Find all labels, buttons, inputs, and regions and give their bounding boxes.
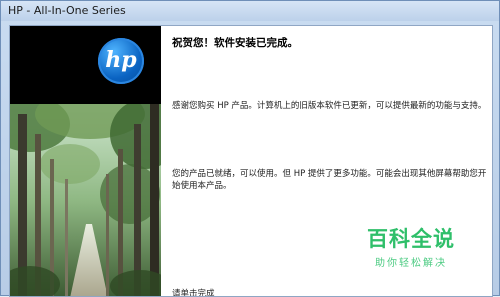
installer-window: HP - All-In-One Series hp 祝贺您！软件安装已完成。 感… [0, 0, 500, 297]
completion-heading: 祝贺您！软件安装已完成。 [172, 37, 298, 49]
title-bar[interactable]: HP - All-In-One Series [1, 1, 499, 21]
window-title: HP - All-In-One Series [8, 4, 126, 17]
forest-path-image [10, 104, 161, 296]
thanks-paragraph: 感谢您购买 HP 产品。计算机上的旧版本软件已更新，可以提供最新的功能与支持。 [172, 101, 487, 111]
watermark: 百科全说 助你轻松解决 [356, 223, 466, 269]
watermark-main-text: 百科全说 [367, 227, 455, 251]
watermark-sub-text: 助你轻松解决 [375, 258, 447, 269]
ready-paragraph: 您的产品已就绪，可以使用。但 HP 提供了更多功能。可能会出现其他屏幕帮助您开始… [172, 169, 487, 191]
hp-logo: hp [98, 38, 144, 84]
sidebar-image-panel: hp [10, 26, 161, 296]
hp-logo-text: hp [105, 47, 137, 73]
